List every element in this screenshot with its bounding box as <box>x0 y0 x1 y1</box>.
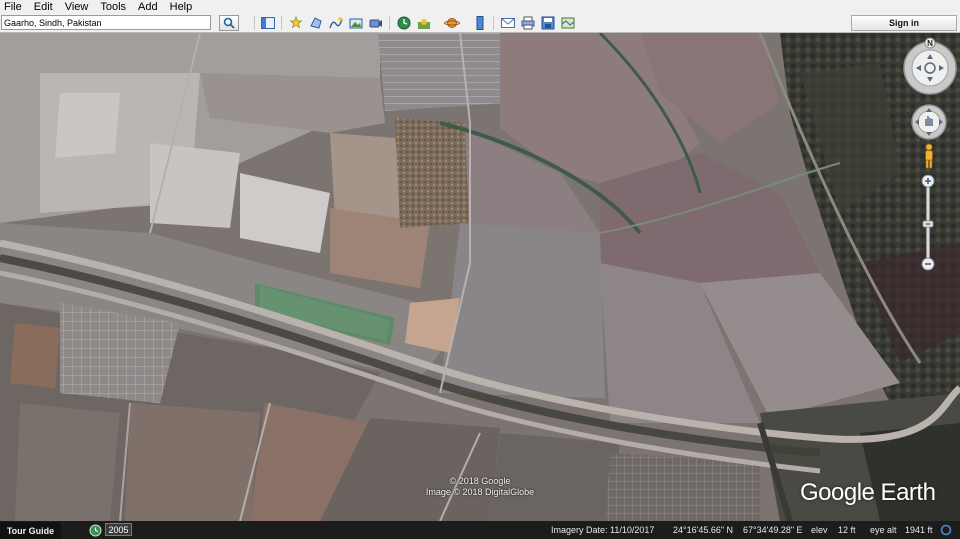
google-earth-logo: Google Earth <box>800 479 936 506</box>
add-polygon-button[interactable] <box>307 15 325 31</box>
email-icon <box>501 18 515 28</box>
add-image-overlay-icon <box>349 18 363 29</box>
eye-altitude-value: 1941 ft <box>905 525 933 535</box>
elevation-label: elev <box>811 525 828 535</box>
toolbar-separator <box>389 16 390 30</box>
elevation-value: 12 ft <box>838 525 856 535</box>
menu-bar: File Edit View Tools Add Help <box>0 0 960 14</box>
search-icon <box>223 17 235 29</box>
email-button[interactable] <box>499 15 517 31</box>
add-path-button[interactable] <box>327 15 345 31</box>
menu-help[interactable]: Help <box>170 1 193 13</box>
satellite-imagery[interactable] <box>0 33 960 521</box>
menu-edit[interactable]: Edit <box>34 1 53 13</box>
view-in-maps-button[interactable] <box>559 15 577 31</box>
longitude-readout: 67°34'49.28" E <box>743 525 803 535</box>
planets-button[interactable] <box>443 15 461 31</box>
move-joystick[interactable] <box>910 103 948 141</box>
historical-year-badge[interactable]: 2005 <box>105 523 132 536</box>
map-viewport[interactable]: © 2018 Google Image © 2018 DigitalGlobe … <box>0 33 960 521</box>
sunlight-icon <box>418 19 430 29</box>
historical-imagery-clock-icon[interactable] <box>89 524 102 537</box>
sidebar-toggle-icon <box>261 17 275 29</box>
print-button[interactable] <box>519 15 537 31</box>
menu-add[interactable]: Add <box>138 1 158 13</box>
google-earth-window: File Edit View Tools Add Help Gaarho, Si… <box>0 0 960 539</box>
add-placemark-icon <box>289 16 303 29</box>
historical-imagery-button[interactable] <box>395 15 413 31</box>
tour-guide-button[interactable]: Tour Guide <box>0 522 61 539</box>
add-path-icon <box>329 17 343 29</box>
search-button[interactable] <box>219 15 239 31</box>
save-image-button[interactable] <box>539 15 557 31</box>
sign-in-button[interactable]: Sign in <box>851 15 957 31</box>
sunlight-button[interactable] <box>415 15 433 31</box>
ruler-button[interactable] <box>471 15 489 31</box>
save-image-icon <box>541 16 555 30</box>
toolbar-separator <box>493 16 494 30</box>
toolbar-separator <box>281 16 282 30</box>
look-joystick[interactable]: N <box>902 37 958 95</box>
record-tour-icon <box>369 19 382 28</box>
compass-north: N <box>927 39 933 48</box>
latitude-readout: 24°16'45.66" N <box>673 525 734 535</box>
record-tour-button[interactable] <box>367 15 385 31</box>
print-icon <box>521 16 535 30</box>
menu-view[interactable]: View <box>65 1 89 13</box>
imagery-credit: © 2018 Google Image © 2018 DigitalGlobe <box>380 476 580 498</box>
credit-line: Image © 2018 DigitalGlobe <box>425 487 535 497</box>
menu-tools[interactable]: Tools <box>100 1 126 13</box>
search-input[interactable] <box>1 15 211 30</box>
add-image-overlay-button[interactable] <box>347 15 365 31</box>
streaming-status-icon <box>940 524 952 536</box>
zoom-slider[interactable] <box>920 175 936 271</box>
menu-file[interactable]: File <box>4 1 22 13</box>
toolbar: Sign in <box>0 14 960 33</box>
status-bar: Tour Guide 2005 Imagery Date: 11/10/2017… <box>0 521 960 539</box>
add-placemark-button[interactable] <box>287 15 305 31</box>
imagery-date: Imagery Date: 11/10/2017 <box>551 525 655 535</box>
sidebar-toggle-button[interactable] <box>259 15 277 31</box>
planets-icon <box>444 18 460 28</box>
add-polygon-icon <box>310 17 322 29</box>
eye-altitude-label: eye alt <box>870 525 897 535</box>
historical-imagery-icon <box>397 16 411 30</box>
view-in-maps-icon <box>561 17 575 29</box>
toolbar-separator <box>254 16 255 30</box>
credit-line: © 2018 Google <box>449 476 511 486</box>
pegman-icon[interactable] <box>922 143 936 169</box>
navigation-controls: N <box>900 37 958 277</box>
ruler-icon <box>476 16 484 30</box>
